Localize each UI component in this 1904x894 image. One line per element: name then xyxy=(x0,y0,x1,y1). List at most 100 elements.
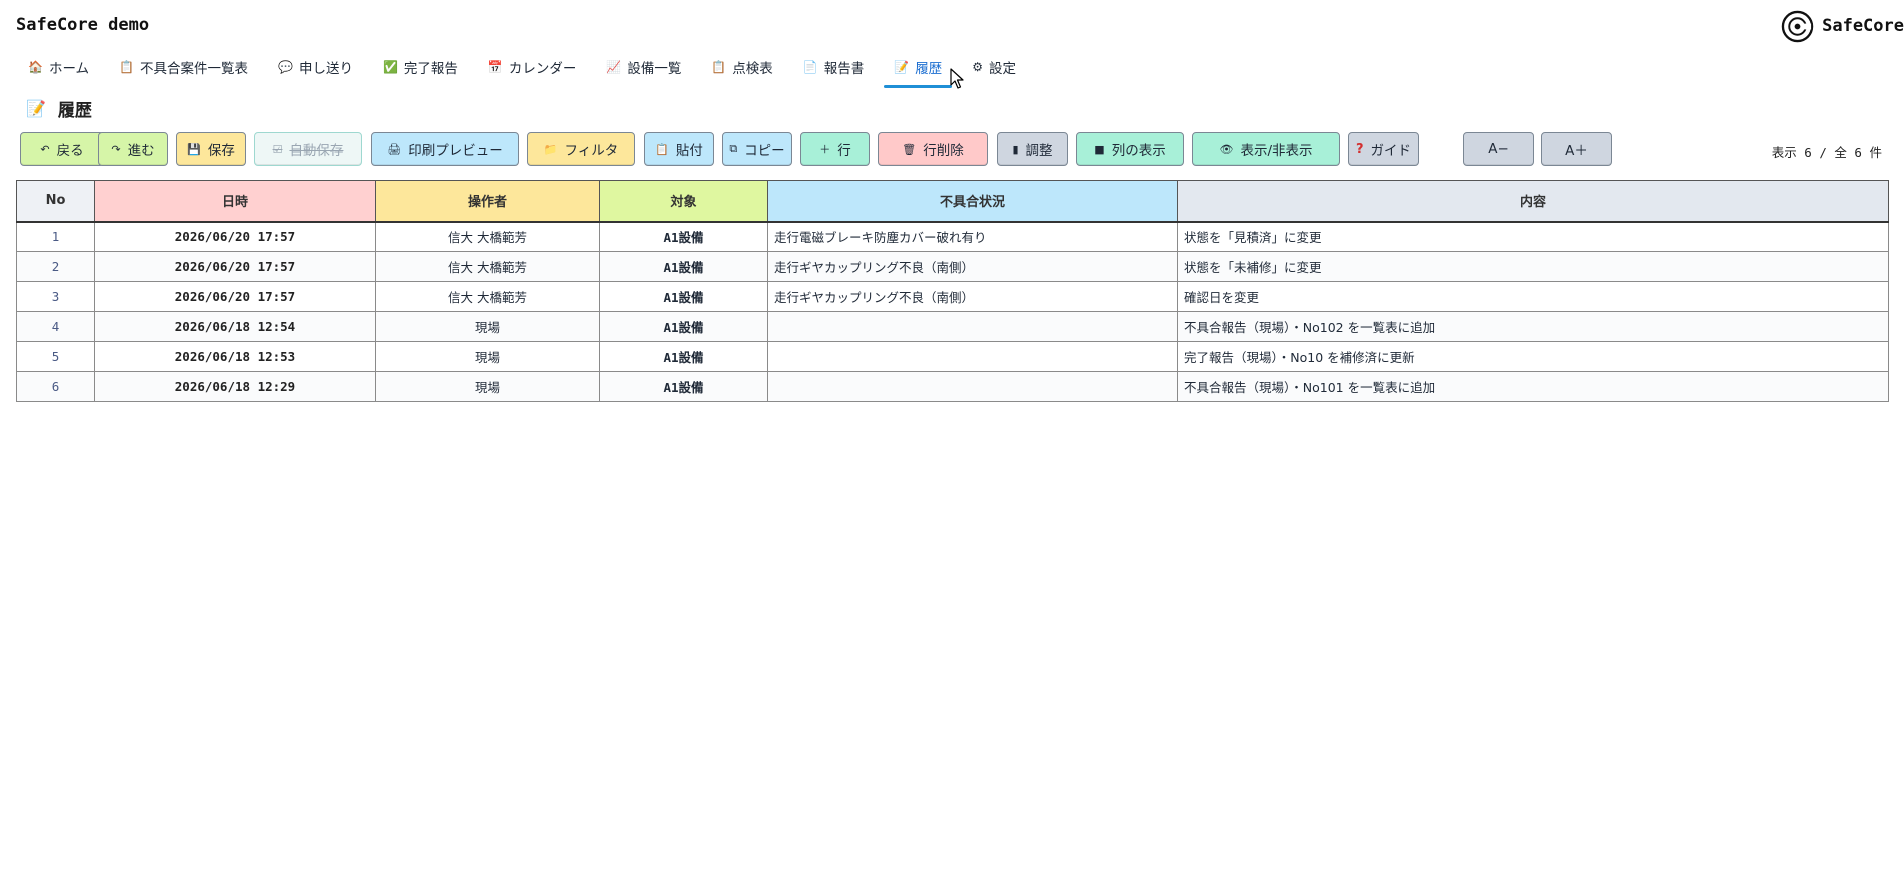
cell-target[interactable]: A1設備 xyxy=(599,251,768,282)
cell-content[interactable]: 完了報告（現場）・No10 を補修済に更新 xyxy=(1177,341,1889,372)
cell-content[interactable]: 不具合報告（現場）・No101 を一覧表に追加 xyxy=(1177,371,1889,402)
nav-equipment-list[interactable]: 📈 設備一覧 xyxy=(596,54,691,80)
button-label: 調整 xyxy=(1025,143,1053,159)
save-button[interactable]: 💾 保存 xyxy=(176,132,246,166)
cell-target[interactable]: A1設備 xyxy=(599,371,768,402)
column-header-content[interactable]: 内容 xyxy=(1177,180,1889,223)
font-size-up-button[interactable]: A＋ xyxy=(1541,132,1612,166)
cell-no[interactable]: 3 xyxy=(16,281,95,312)
cell-operator[interactable]: 信大 大橋範芳 xyxy=(375,251,600,282)
cell-content[interactable]: 状態を「見積済」に変更 xyxy=(1177,221,1889,252)
print-preview-button[interactable]: 🖨 印刷プレビュー xyxy=(371,132,519,166)
checkbox-icon: ☑ xyxy=(272,142,283,156)
back-button[interactable]: ↶ 戻る xyxy=(20,132,104,166)
cell-datetime[interactable]: 2026/06/18 12:53 xyxy=(94,341,376,372)
nav-settings[interactable]: ⚙ 設定 xyxy=(962,54,1026,80)
cell-defect-status[interactable] xyxy=(767,341,1178,372)
nav-label: 報告書 xyxy=(823,61,865,77)
cell-operator[interactable]: 信大 大橋範芳 xyxy=(375,221,600,252)
nav-history[interactable]: 📝 履歴 xyxy=(884,54,953,88)
gear-icon: ⚙ xyxy=(972,60,983,74)
column-display-button[interactable]: ■ 列の表示 xyxy=(1076,132,1184,166)
cell-datetime[interactable]: 2026/06/20 17:57 xyxy=(94,251,376,282)
cell-no[interactable]: 5 xyxy=(16,341,95,372)
table-row[interactable]: 6 2026/06/18 12:29 現場 A1設備 不具合報告（現場）・No1… xyxy=(16,371,1889,402)
redo-icon: ↷ xyxy=(111,142,121,156)
cell-defect-status[interactable]: 走行ギヤカップリング不良（南側） xyxy=(767,281,1178,312)
history-doc-icon: 📝 xyxy=(26,99,46,118)
add-row-button[interactable]: ＋行 xyxy=(800,132,870,166)
cell-target[interactable]: A1設備 xyxy=(599,221,768,252)
table-row[interactable]: 2 2026/06/20 17:57 信大 大橋範芳 A1設備 走行ギヤカップリ… xyxy=(16,251,1889,282)
nav-defect-list[interactable]: 📋 不具合案件一覧表 xyxy=(109,54,258,80)
nav-handover[interactable]: 💬 申し送り xyxy=(268,54,363,80)
cell-operator[interactable]: 現場 xyxy=(375,371,600,402)
font-size-down-button[interactable]: A− xyxy=(1463,132,1534,166)
column-header-operator[interactable]: 操作者 xyxy=(375,180,600,223)
button-label: 行削除 xyxy=(923,143,964,159)
cell-content[interactable]: 確認日を変更 xyxy=(1177,281,1889,312)
nav-label: 設定 xyxy=(988,61,1016,77)
nav-label: 履歴 xyxy=(915,61,943,77)
folder-icon: 📁 xyxy=(543,142,558,156)
copy-button[interactable]: ⧉ コピー xyxy=(722,132,792,166)
nav-completion-report[interactable]: ✅ 完了報告 xyxy=(373,54,468,80)
button-label: 自動保存 xyxy=(289,143,344,159)
autosave-button[interactable]: ☑ 自動保存 xyxy=(254,132,362,166)
table-row[interactable]: 3 2026/06/20 17:57 信大 大橋範芳 A1設備 走行ギヤカップリ… xyxy=(16,281,1889,312)
cell-defect-status[interactable]: 走行電磁ブレーキ防塵カバー破れ有り xyxy=(767,221,1178,252)
delete-row-button[interactable]: 🗑 行削除 xyxy=(878,132,988,166)
cell-operator[interactable]: 現場 xyxy=(375,341,600,372)
column-header-datetime[interactable]: 日時 xyxy=(94,180,376,223)
page-title: 📝 履歴 xyxy=(26,96,92,121)
table-header-row: No 日時 操作者 対象 不具合状況 内容 xyxy=(16,180,1889,223)
paste-button[interactable]: 📋 貼付 xyxy=(644,132,714,166)
cell-datetime[interactable]: 2026/06/20 17:57 xyxy=(94,221,376,252)
cell-target[interactable]: A1設備 xyxy=(599,341,768,372)
cell-target[interactable]: A1設備 xyxy=(599,311,768,342)
cell-target[interactable]: A1設備 xyxy=(599,281,768,312)
history-table: No 日時 操作者 対象 不具合状況 内容 1 2026/06/20 17:57… xyxy=(16,180,1889,402)
cell-defect-status[interactable] xyxy=(767,371,1178,402)
cell-defect-status[interactable] xyxy=(767,311,1178,342)
square-icon: ■ xyxy=(1094,142,1105,156)
cell-no[interactable]: 1 xyxy=(16,221,95,252)
table-row[interactable]: 1 2026/06/20 17:57 信大 大橋範芳 A1設備 走行電磁ブレーキ… xyxy=(16,221,1889,252)
nav-label: 点検表 xyxy=(732,61,773,77)
nav-calendar[interactable]: 📅 カレンダー xyxy=(478,54,586,80)
cell-datetime[interactable]: 2026/06/18 12:29 xyxy=(94,371,376,402)
guide-button[interactable]: ? ガイド xyxy=(1348,132,1419,166)
table-row[interactable]: 4 2026/06/18 12:54 現場 A1設備 不具合報告（現場）・No1… xyxy=(16,311,1889,342)
button-label: A＋ xyxy=(1565,143,1588,159)
forward-button[interactable]: ↷ 進む xyxy=(98,132,168,166)
show-hide-button[interactable]: 👁 表示/非表示 xyxy=(1192,132,1340,166)
cell-datetime[interactable]: 2026/06/18 12:54 xyxy=(94,311,376,342)
button-label: 表示/非表示 xyxy=(1240,143,1313,159)
calendar-icon: 📅 xyxy=(487,60,503,74)
column-header-defect-status[interactable]: 不具合状況 xyxy=(767,180,1178,223)
speech-bubble-icon: 💬 xyxy=(278,60,293,74)
column-header-no[interactable]: No xyxy=(16,180,95,223)
cell-no[interactable]: 2 xyxy=(16,251,95,282)
nav-label: 設備一覧 xyxy=(627,61,682,77)
column-header-target[interactable]: 対象 xyxy=(599,180,768,223)
cell-content[interactable]: 状態を「未補修」に変更 xyxy=(1177,251,1889,282)
button-label: コピー xyxy=(744,143,785,159)
cell-datetime[interactable]: 2026/06/20 17:57 xyxy=(94,281,376,312)
eye-icon: 👁 xyxy=(1219,142,1234,156)
mouse-pointer-icon xyxy=(950,68,964,89)
cell-content[interactable]: 不具合報告（現場）・No102 を一覧表に追加 xyxy=(1177,311,1889,342)
nav-label: 不具合案件一覧表 xyxy=(140,61,249,77)
main-nav: 🏠 ホーム 📋 不具合案件一覧表 💬 申し送り ✅ 完了報告 📅 カレンダー 📈 設備一覧 … xyxy=(18,54,1036,90)
nav-inspection-sheet[interactable]: 📋 点検表 xyxy=(701,54,782,80)
table-row[interactable]: 5 2026/06/18 12:53 現場 A1設備 完了報告（現場）・No10… xyxy=(16,341,1889,372)
cell-operator[interactable]: 現場 xyxy=(375,311,600,342)
cell-no[interactable]: 6 xyxy=(16,371,95,402)
nav-report[interactable]: 📄 報告書 xyxy=(793,54,874,80)
cell-defect-status[interactable]: 走行ギヤカップリング不良（南側） xyxy=(767,251,1178,282)
filter-button[interactable]: 📁 フィルタ xyxy=(527,132,635,166)
cell-operator[interactable]: 信大 大橋範芳 xyxy=(375,281,600,312)
adjust-button[interactable]: ▮ 調整 xyxy=(997,132,1068,166)
nav-home[interactable]: 🏠 ホーム xyxy=(18,54,99,80)
cell-no[interactable]: 4 xyxy=(16,311,95,342)
